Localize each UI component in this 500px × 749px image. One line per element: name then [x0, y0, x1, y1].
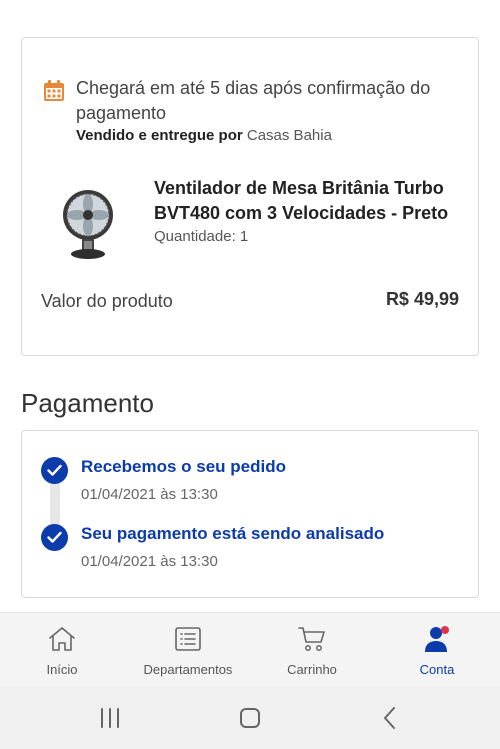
calendar-icon	[43, 80, 65, 102]
step-date: 01/04/2021 às 13:30	[81, 486, 218, 503]
product-image[interactable]	[60, 186, 116, 261]
nav-label: Departamentos	[143, 662, 233, 677]
nav-item-conta[interactable]: Conta	[397, 613, 477, 687]
delivery-estimate: Chegará em até 5 dias após confirmação d…	[76, 78, 431, 123]
user-icon	[422, 625, 452, 653]
bottom-navigation: Início Departamentos Carrinho Conta	[0, 612, 500, 686]
seller-name: Casas Bahia	[246, 127, 332, 144]
cart-icon	[297, 625, 327, 653]
product-name-line-1: Ventilador de Mesa Britânia Turbo	[154, 178, 444, 198]
check-circle-icon	[41, 524, 68, 551]
payment-status-card: Recebemos o seu pedido 01/04/2021 às 13:…	[21, 430, 479, 598]
check-circle-icon	[41, 457, 68, 484]
nav-item-carrinho[interactable]: Carrinho	[272, 613, 352, 687]
product-quantity: Quantidade: 1	[154, 228, 249, 245]
nav-label: Início	[46, 662, 78, 677]
seller-line: Vendido e entregue por Casas Bahia	[76, 127, 332, 144]
product-value-amount: R$ 49,99	[385, 289, 459, 309]
step-date: 01/04/2021 às 13:30	[81, 553, 218, 570]
home-button-icon[interactable]	[236, 704, 264, 732]
nav-label: Conta	[419, 662, 455, 677]
payment-section-title: Pagamento	[21, 388, 154, 418]
system-navigation-bar	[0, 686, 500, 749]
recent-apps-icon[interactable]	[96, 704, 124, 732]
home-icon	[47, 625, 77, 653]
nav-item-inicio[interactable]: Início	[22, 613, 102, 687]
product-name-line-2: BVT480 com 3 Velocidades - Preto	[154, 203, 449, 223]
order-card: Chegará em até 5 dias após confirmação d…	[21, 37, 479, 356]
nav-item-departamentos[interactable]: Departamentos	[137, 613, 239, 687]
step-title: Recebemos o seu pedido	[81, 457, 286, 476]
product-value-label: Valor do produto	[41, 291, 173, 311]
nav-label: Carrinho	[287, 662, 337, 677]
seller-prefix: Vendido e entregue por	[76, 127, 243, 144]
back-icon[interactable]	[376, 704, 404, 732]
list-icon	[173, 625, 203, 653]
step-title: Seu pagamento está sendo analisado	[81, 524, 385, 543]
product-name[interactable]: Ventilador de Mesa Britânia Turbo BVT480…	[154, 176, 459, 226]
